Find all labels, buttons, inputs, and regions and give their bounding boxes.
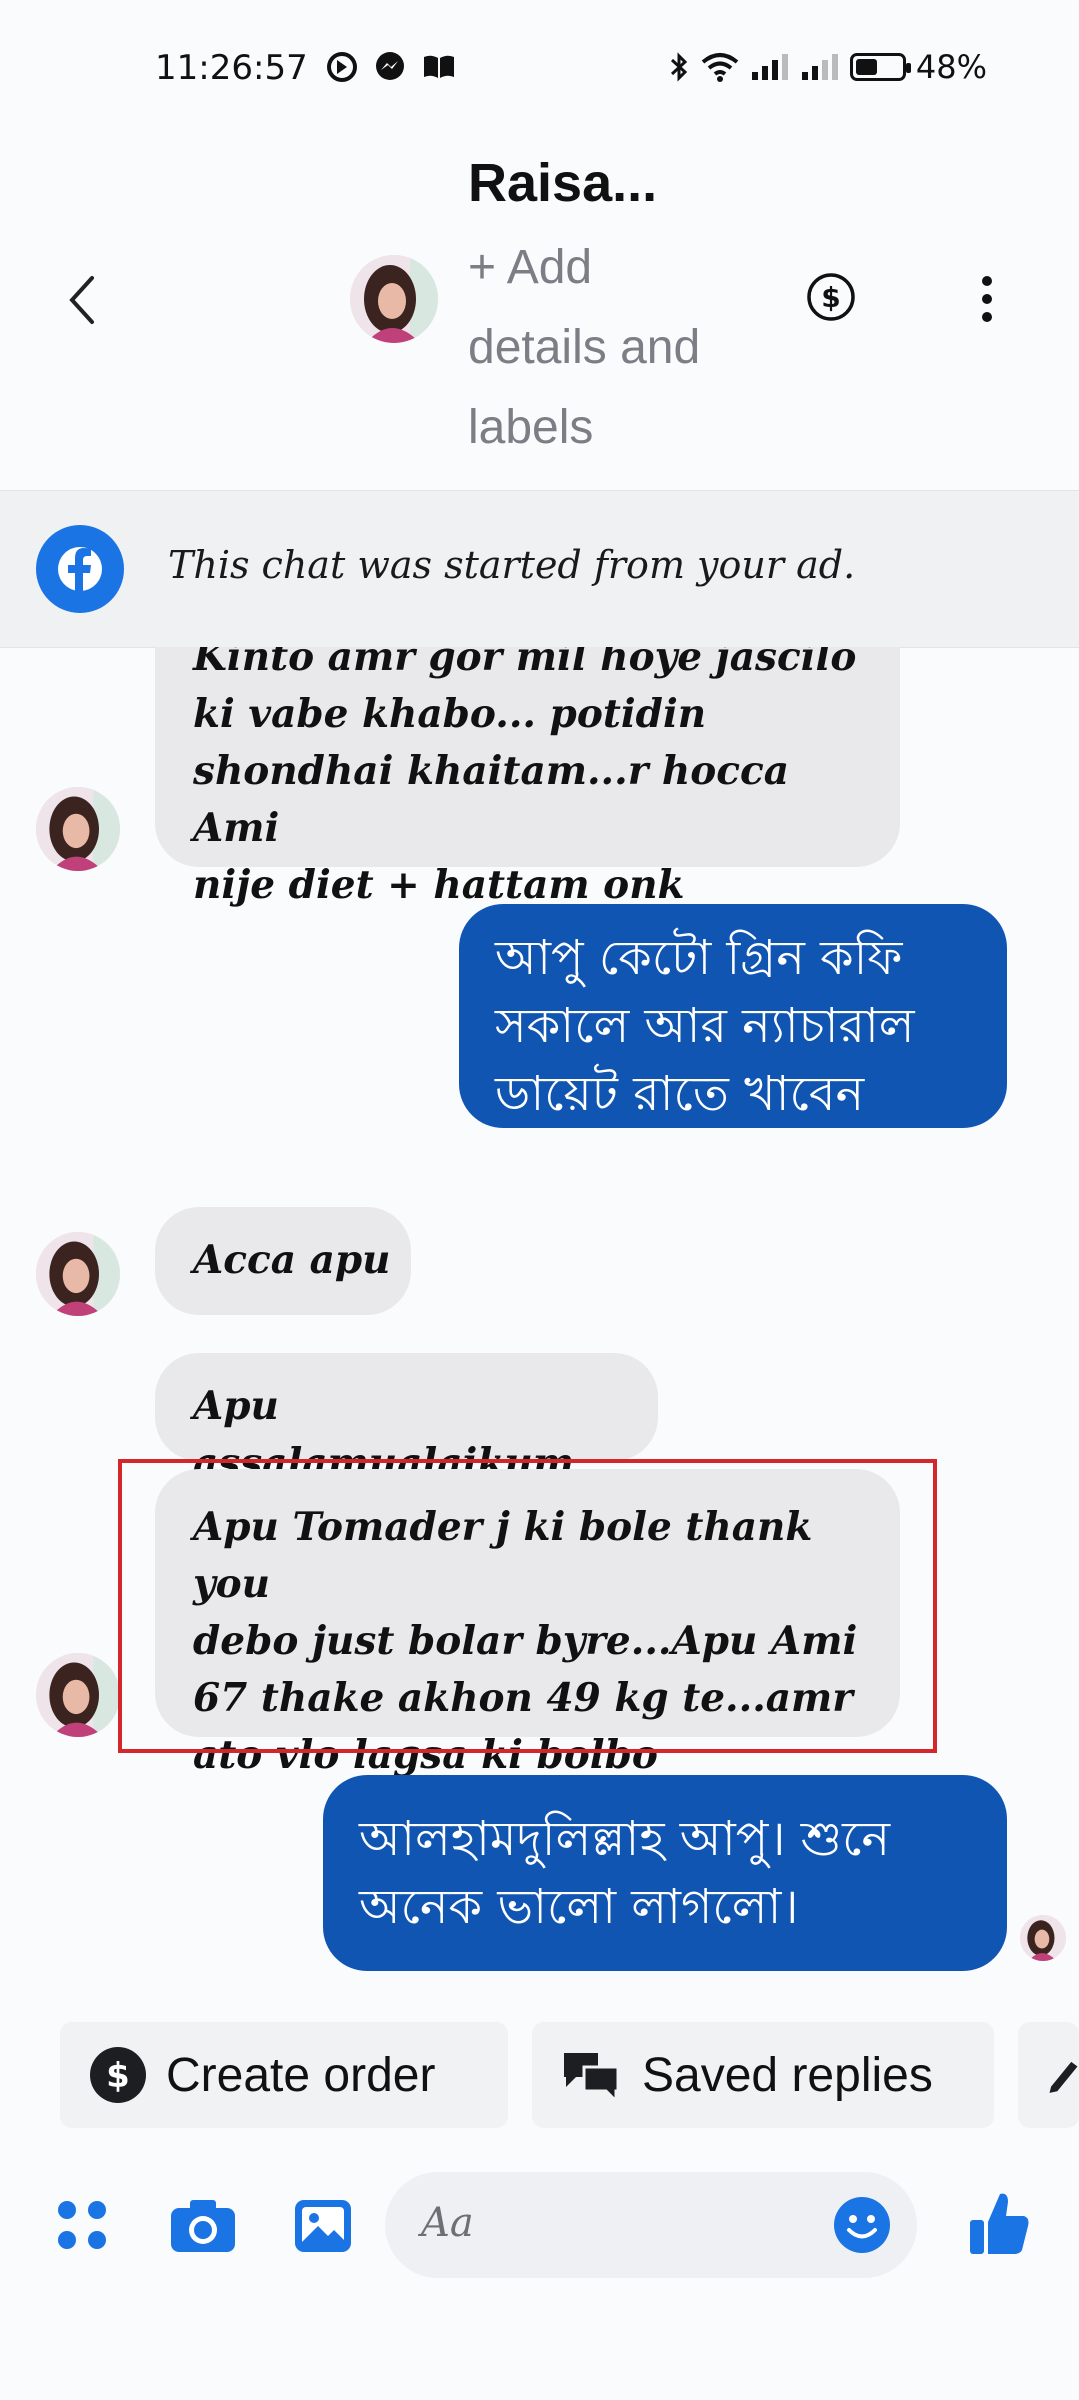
message-line: আপু কেটো গ্রিন কফি [495,930,903,986]
message-bubble-outgoing[interactable]: আলহামদুলিল্লাহ আপু। শুনে অনেক ভালো লাগলো… [323,1775,1007,1971]
contact-avatar[interactable] [350,255,438,343]
status-time: 11:26:57 [155,48,308,88]
ad-origin-text: This chat was started from your ad. [168,543,856,587]
contact-avatar-small[interactable] [36,1653,120,1737]
saved-replies-button[interactable]: Saved replies [532,2022,994,2128]
contact-avatar-small[interactable] [36,1232,120,1316]
bluetooth-icon [670,52,688,82]
avatar-photo [350,255,438,343]
message-line: ডায়েট রাতে খাবেন [495,1066,865,1122]
battery-percent: 48% [915,48,987,86]
message-bubble-incoming[interactable]: Kinto amr gor mil hoye jascilo ki vabe k… [155,647,900,908]
create-order-label: Create order [166,2048,436,2102]
contact-avatar-small[interactable] [36,787,120,871]
contact-name[interactable]: Raisa... [468,152,657,214]
battery-icon [849,53,911,81]
seen-avatar [1020,1915,1066,1961]
message-bubble-outgoing[interactable]: আপু কেটো গ্রিন কফি সকালে আর ন্যাচারাল ডা… [459,904,1007,1128]
messenger-icon [376,52,404,80]
message-input[interactable]: Aa [385,2172,917,2278]
signal-icon-2 [801,54,838,80]
facebook-icon [36,525,124,613]
create-order-button[interactable]: $ Create order [60,2022,508,2128]
add-details-link[interactable]: + Add details and labels [468,228,728,468]
vertical-dots-icon[interactable] [975,275,999,325]
chat-bubbles-icon [564,2053,620,2105]
data-saver-icon [327,52,357,82]
signal-icon-1 [751,54,788,80]
status-system-icons: 48% [668,48,987,86]
message-list[interactable]: Kinto amr gor mil hoye jascilo ki vabe k… [0,647,1079,2037]
wifi-icon [701,53,739,82]
dollar-icon: $ [90,2047,146,2103]
highlight-annotation-box [118,1459,937,1753]
message-bubble-incoming[interactable]: Acca apu [155,1207,411,1315]
message-line: অনেক ভালো লাগলো। [359,1879,799,1935]
message-input-placeholder: Aa [421,2200,474,2246]
message-line: Acca apu [193,1237,391,1283]
status-notification-icons [325,50,457,84]
dollar-circle-icon[interactable]: $ [806,272,856,322]
book-icon [424,55,454,78]
message-line: shondhai khaitam...r hocca Ami [193,748,789,851]
camera-icon[interactable] [168,2196,238,2256]
message-bubble-incoming[interactable]: Apu assalamualaikum [155,1353,658,1486]
gallery-icon[interactable] [292,2196,354,2256]
message-line: সকালে আর ন্যাচারাল [495,998,915,1054]
apps-grid-icon[interactable] [55,2198,111,2254]
pencil-icon [1049,2061,1078,2093]
thumbs-up-icon[interactable] [968,2188,1032,2258]
ad-origin-banner: This chat was started from your ad. [0,490,1079,648]
svg-text:$: $ [106,2056,130,2096]
message-line: আলহামদুলিল্লাহ আপু। শুনে [359,1811,891,1867]
saved-replies-label: Saved replies [642,2048,933,2102]
message-line: Kinto amr gor mil hoye jascilo [193,647,857,680]
emoji-icon[interactable] [832,2195,892,2255]
edit-chip-button[interactable] [1018,2022,1079,2128]
message-line: ki vabe khabo... potidin [193,691,707,737]
chevron-left-icon[interactable] [62,270,102,330]
svg-text:$: $ [821,281,840,314]
